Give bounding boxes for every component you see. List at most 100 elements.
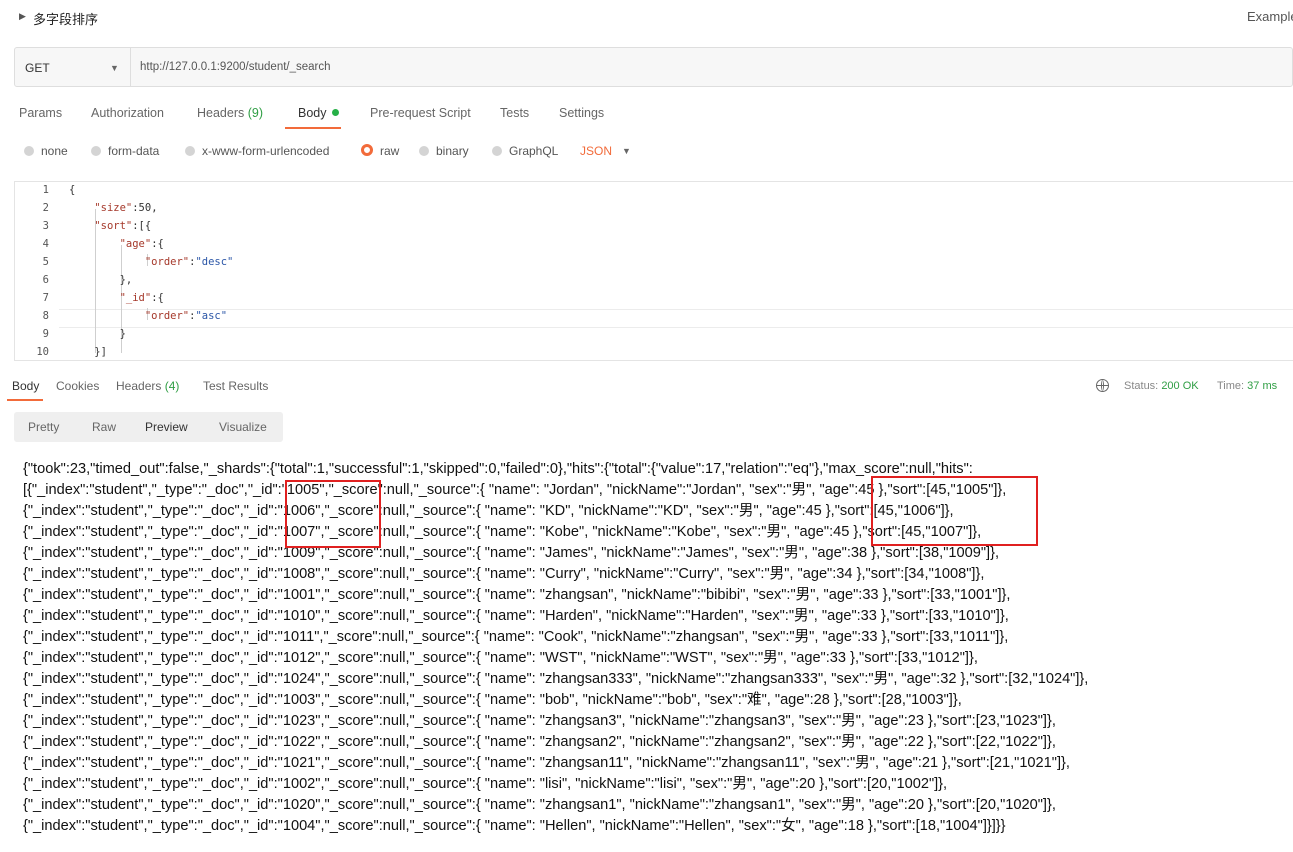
json-string: "asc" [195, 310, 228, 322]
code-line: "size":50, [69, 202, 157, 214]
response-body-text[interactable]: {"took":23,"timed_out":false,"_shards":{… [23, 459, 1293, 837]
response-tab-cookies[interactable]: Cookies [56, 379, 99, 393]
radio-icon [185, 146, 195, 156]
response-tab-test-results[interactable]: Test Results [203, 379, 268, 393]
option-graphql[interactable]: GraphQL [492, 144, 558, 158]
line-number-gutter: 1 2 3 4 5 6 7 8 9 10 [15, 182, 59, 360]
code-line: } [69, 328, 126, 340]
option-none-label: none [41, 144, 68, 158]
option-urlencoded-label: x-www-form-urlencoded [202, 144, 330, 158]
response-line: {"_index":"student","_type":"_doc","_id"… [23, 755, 1070, 771]
response-line: {"_index":"student","_type":"_doc","_id"… [23, 545, 1000, 561]
collapse-caret-icon[interactable]: ▶ [19, 11, 26, 22]
radio-selected-icon [361, 144, 373, 156]
tab-prerequest-script[interactable]: Pre-request Script [370, 106, 471, 120]
json-punct: :[{ [132, 220, 152, 232]
line-number: 10 [36, 346, 49, 358]
json-punct: { [69, 184, 76, 196]
highlight-box-ids [285, 480, 381, 548]
tab-settings[interactable]: Settings [559, 106, 604, 120]
json-key: "_id" [119, 292, 152, 304]
option-raw[interactable]: raw [361, 144, 399, 158]
code-line: "age":{ [69, 238, 164, 250]
request-body-editor[interactable]: 1 2 3 4 5 6 7 8 9 10 { "size":50, "sort":[{ "age"… [14, 181, 1293, 361]
response-line: {"_index":"student","_type":"_doc","_id"… [23, 608, 1009, 624]
code-line: "order":"desc" [69, 256, 234, 268]
line-number: 5 [42, 256, 49, 268]
chevron-down-icon: ▼ [110, 63, 119, 73]
format-select[interactable]: JSON [580, 144, 612, 158]
radio-icon [492, 146, 502, 156]
option-graphql-label: GraphQL [509, 144, 559, 158]
json-punct: :{ [151, 238, 164, 250]
url-input[interactable]: http://127.0.0.1:9200/student/_search [140, 61, 331, 73]
json-key: "size" [94, 202, 133, 214]
option-binary[interactable]: binary [419, 144, 469, 158]
line-number: 8 [42, 310, 49, 322]
status-label: Status: [1124, 380, 1159, 392]
response-tab-body[interactable]: Body [12, 379, 39, 393]
response-tab-headers-label: Headers [116, 379, 162, 393]
view-pretty[interactable]: Pretty [28, 420, 59, 434]
line-number: 6 [42, 274, 49, 286]
modified-dot-icon [331, 109, 339, 116]
tab-body[interactable]: Body [298, 106, 339, 120]
request-title[interactable]: 多字段排序 [33, 9, 98, 28]
option-binary-label: binary [436, 144, 469, 158]
response-view-modes: Pretty Raw Preview Visualize [14, 412, 283, 442]
status-readout: Status: 200 OK [1124, 380, 1199, 392]
response-line: {"_index":"student","_type":"_doc","_id"… [23, 524, 982, 540]
code-line: "order":"asc" [69, 310, 227, 322]
tab-headers-count: (9) [247, 106, 264, 120]
code-line: { [69, 184, 75, 196]
json-key: "order" [144, 310, 190, 322]
url-bar: GET ▼ http://127.0.0.1:9200/student/_sea… [14, 47, 1293, 87]
json-key: "order" [144, 256, 190, 268]
view-raw[interactable]: Raw [92, 420, 116, 434]
highlight-box-sex-age [871, 476, 1038, 546]
json-key: "sort" [94, 220, 133, 232]
json-punct: }, [119, 274, 133, 286]
tab-body-label: Body [298, 106, 327, 120]
option-form-data[interactable]: form-data [91, 144, 159, 158]
chevron-down-icon[interactable]: ▼ [622, 146, 631, 156]
line-number: 3 [42, 220, 49, 232]
method-select[interactable]: GET ▼ [15, 48, 131, 86]
time-readout[interactable]: Time: 37 ms [1217, 380, 1277, 392]
request-title-bar: ▶ 多字段排序 Examples [0, 0, 1293, 34]
radio-icon [419, 146, 429, 156]
response-line: {"_index":"student","_type":"_doc","_id"… [23, 671, 1089, 687]
line-number: 7 [42, 292, 49, 304]
response-tab-headers-count: (4) [164, 379, 180, 393]
json-punct: } [119, 328, 126, 340]
status-value: 200 OK [1161, 380, 1199, 392]
json-punct: }] [94, 346, 107, 358]
active-tab-indicator [285, 127, 341, 129]
examples-link[interactable]: Examples [1247, 9, 1293, 24]
response-tab-headers[interactable]: Headers (4) [116, 379, 179, 393]
globe-icon[interactable] [1096, 379, 1109, 392]
view-preview[interactable]: Preview [145, 420, 188, 434]
option-none[interactable]: none [24, 144, 68, 158]
tab-tests[interactable]: Tests [500, 106, 529, 120]
tab-params[interactable]: Params [19, 106, 62, 120]
response-line: {"_index":"student","_type":"_doc","_id"… [23, 818, 1006, 834]
response-line: {"_index":"student","_type":"_doc","_id"… [23, 692, 962, 708]
response-line: {"_index":"student","_type":"_doc","_id"… [23, 734, 1056, 750]
option-urlencoded[interactable]: x-www-form-urlencoded [185, 144, 329, 158]
response-line: {"_index":"student","_type":"_doc","_id"… [23, 797, 1056, 813]
method-label: GET [25, 61, 50, 75]
response-line: {"_index":"student","_type":"_doc","_id"… [23, 650, 978, 666]
response-line: {"_index":"student","_type":"_doc","_id"… [23, 776, 948, 792]
request-tabs: Params Authorization Headers (9) Body Pr… [0, 100, 700, 130]
view-visualize[interactable]: Visualize [219, 420, 267, 434]
tab-headers[interactable]: Headers (9) [197, 106, 263, 120]
tab-authorization[interactable]: Authorization [91, 106, 164, 120]
